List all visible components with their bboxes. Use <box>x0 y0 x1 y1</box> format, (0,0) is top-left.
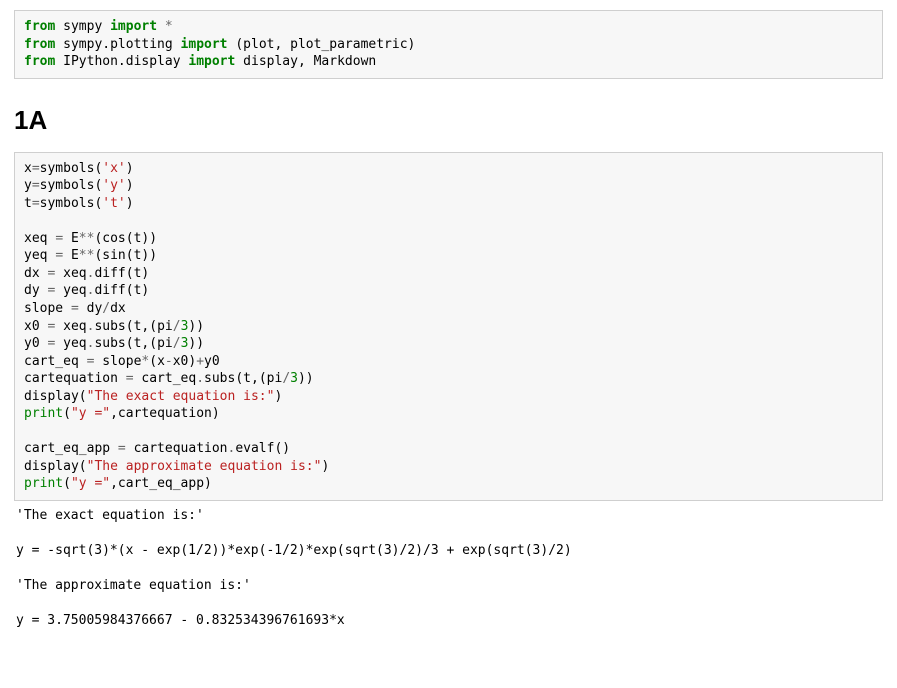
code-text: ) <box>274 389 282 404</box>
code-text: ) <box>126 161 134 176</box>
code-text: dx <box>110 301 126 316</box>
code-text: cartequation <box>126 441 228 456</box>
code-text: dx <box>24 266 47 281</box>
builtin-print: print <box>24 476 63 491</box>
code-text: display, Markdown <box>235 54 376 69</box>
code-text: ,cartequation) <box>110 406 220 421</box>
op-eq: = <box>32 161 40 176</box>
string-literal: 't' <box>102 196 125 211</box>
string-literal: "The approximate equation is:" <box>87 459 322 474</box>
num-literal: 3 <box>290 371 298 386</box>
op-plus: + <box>196 354 204 369</box>
code-text: ) <box>126 196 134 211</box>
string-literal: 'y' <box>102 178 125 193</box>
code-text: y <box>24 178 32 193</box>
code-cell-imports: from sympy import * from sympy.plotting … <box>14 10 883 79</box>
code-text: symbols( <box>40 178 103 193</box>
code-cell-main: x=symbols('x') y=symbols('y') t=symbols(… <box>14 152 883 501</box>
kw-import: import <box>110 19 157 34</box>
section-heading-1a: 1A <box>14 105 883 136</box>
op-div: / <box>173 336 181 351</box>
code-text: )) <box>188 336 204 351</box>
code-text: diff(t) <box>94 283 149 298</box>
code-text: xeq <box>55 319 86 334</box>
string-literal: "y =" <box>71 406 110 421</box>
code-text: (plot, plot_parametric) <box>228 37 416 52</box>
code-text: sympy.plotting <box>55 37 180 52</box>
code-text: y0 <box>24 336 47 351</box>
code-text: display( <box>24 459 87 474</box>
op-eq: = <box>32 196 40 211</box>
code-text: subs(t,(pi <box>94 336 172 351</box>
op-eq: = <box>71 301 79 316</box>
code-text: E <box>63 248 79 263</box>
code-text: E <box>63 231 79 246</box>
op-eq: = <box>55 248 63 263</box>
code-text: symbols( <box>40 161 103 176</box>
code-text: (sin(t)) <box>94 248 157 263</box>
op-eq: = <box>55 231 63 246</box>
code-text: sympy <box>55 19 110 34</box>
code-text: ) <box>126 178 134 193</box>
code-text: xeq <box>55 266 86 281</box>
code-text: dy <box>24 283 47 298</box>
code-text: yeq <box>24 248 55 263</box>
op-eq: = <box>32 178 40 193</box>
op-eq: = <box>118 441 126 456</box>
code-text: IPython.display <box>55 54 188 69</box>
code-text: ( <box>63 406 71 421</box>
op-div: / <box>102 301 110 316</box>
kw-from: from <box>24 19 55 34</box>
code-text: (cos(t)) <box>94 231 157 246</box>
op-star: * <box>157 19 173 34</box>
code-text: ( <box>63 476 71 491</box>
op-pow: ** <box>79 231 95 246</box>
code-text: symbols( <box>40 196 103 211</box>
code-text: slope <box>94 354 141 369</box>
op-minus: - <box>165 354 173 369</box>
code-text: ,cart_eq_app) <box>110 476 212 491</box>
code-text: subs(t,(pi <box>204 371 282 386</box>
string-literal: 'x' <box>102 161 125 176</box>
string-literal: "The exact equation is:" <box>87 389 275 404</box>
code-text: xeq <box>24 231 55 246</box>
code-text: x <box>24 161 32 176</box>
code-text: )) <box>298 371 314 386</box>
kw-import: import <box>188 54 235 69</box>
kw-from: from <box>24 54 55 69</box>
code-text: y0 <box>204 354 220 369</box>
op-div: / <box>173 319 181 334</box>
code-text: dy <box>79 301 102 316</box>
kw-import: import <box>181 37 228 52</box>
code-text: cart_eq <box>134 371 197 386</box>
op-dot: . <box>196 371 204 386</box>
code-text: diff(t) <box>94 266 149 281</box>
code-text: subs(t,(pi <box>94 319 172 334</box>
code-text: display( <box>24 389 87 404</box>
builtin-print: print <box>24 406 63 421</box>
code-text: t <box>24 196 32 211</box>
code-text: yeq <box>55 283 86 298</box>
code-text: cart_eq_app <box>24 441 118 456</box>
code-text: cart_eq <box>24 354 87 369</box>
cell-output: 'The exact equation is:' y = -sqrt(3)*(x… <box>14 501 883 630</box>
op-pow: ** <box>79 248 95 263</box>
code-text: cartequation <box>24 371 126 386</box>
code-text: x0 <box>24 319 47 334</box>
op-eq: = <box>126 371 134 386</box>
code-text: x0) <box>173 354 196 369</box>
op-div: / <box>282 371 290 386</box>
code-text: yeq <box>55 336 86 351</box>
kw-from: from <box>24 37 55 52</box>
code-text: slope <box>24 301 71 316</box>
code-text: ) <box>321 459 329 474</box>
code-text: evalf() <box>235 441 290 456</box>
code-text: )) <box>188 319 204 334</box>
code-text: (x <box>149 354 165 369</box>
string-literal: "y =" <box>71 476 110 491</box>
